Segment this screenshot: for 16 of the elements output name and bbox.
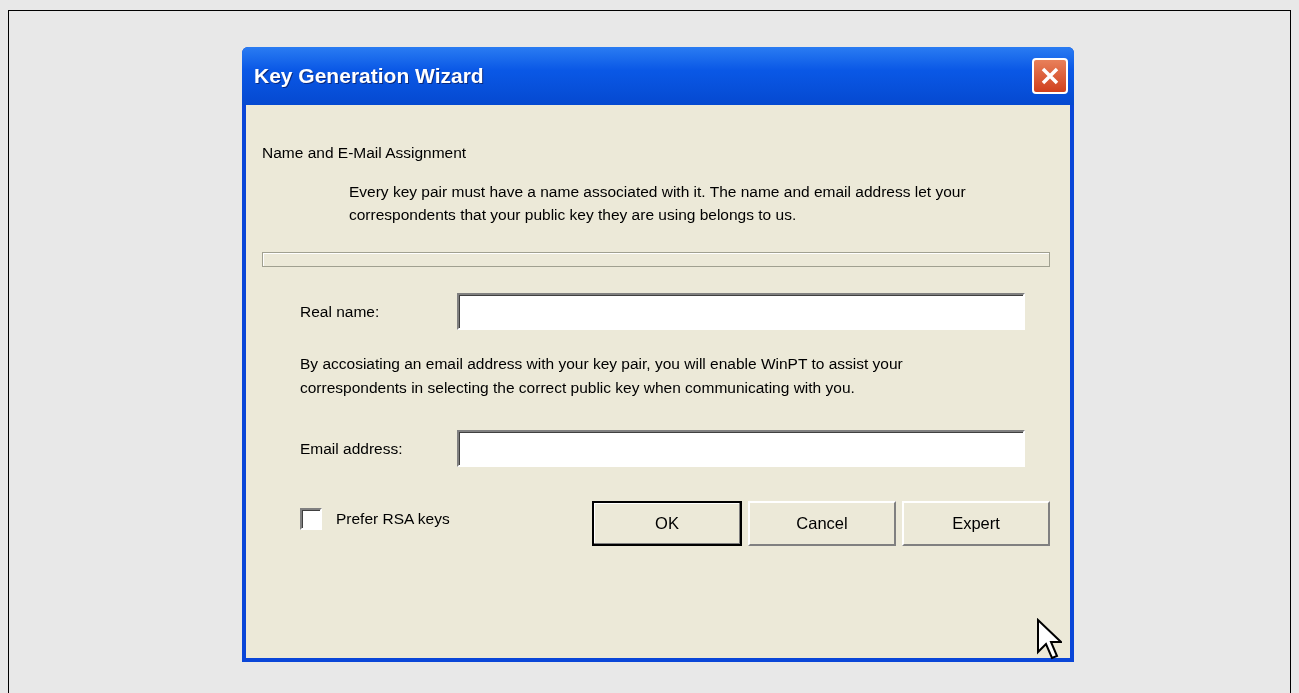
checkbox-label: Prefer RSA keys: [336, 509, 450, 530]
mouse-pointer-icon: [1036, 618, 1062, 662]
field-label: Real name:: [300, 302, 381, 323]
close-icon: [1039, 65, 1061, 87]
email-note-text: By accosiating an email address with your key pair, you will enable WinPT to assist your correspondents in selecting the correct public key when communicating with you.: [300, 354, 904, 399]
dialog-button[interactable]: OK: [592, 501, 742, 547]
input-field[interactable]: [457, 430, 1025, 468]
field-label: Email address:: [300, 439, 404, 460]
dialog-button[interactable]: Expert: [902, 501, 1050, 547]
close-button[interactable]: [1032, 58, 1068, 94]
section-heading: Name and E-Mail Assignment: [262, 143, 468, 163]
description-text: Every key pair must have a name associated with it. The name and email address let your correspondents that your public key they are using belongs to us.: [349, 182, 967, 226]
checkbox[interactable]: [300, 507, 322, 530]
input-field[interactable]: [457, 293, 1025, 331]
dialog-button[interactable]: Cancel: [748, 501, 896, 547]
window-title: Key Generation Wizard: [254, 63, 484, 90]
